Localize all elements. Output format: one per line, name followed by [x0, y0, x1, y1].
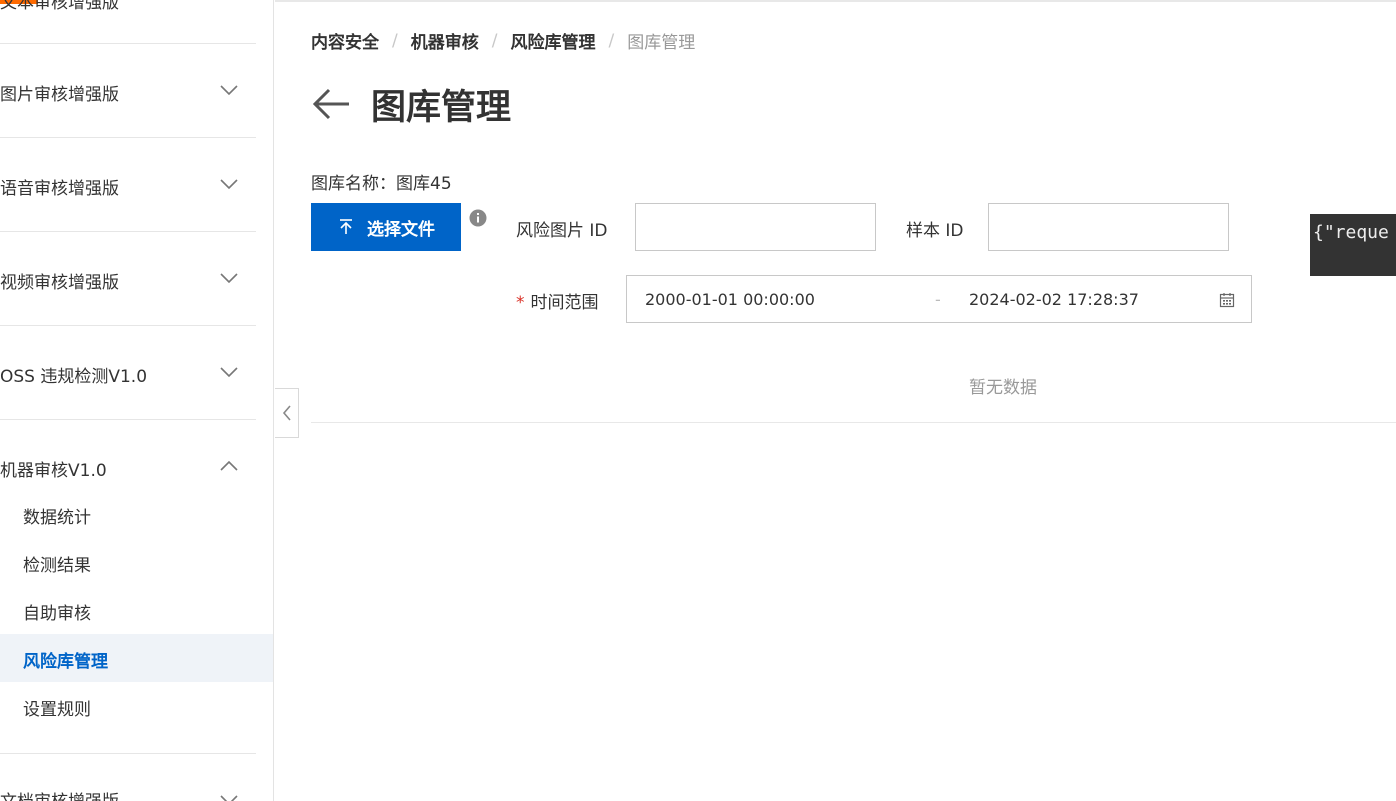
sidebar-collapse-button[interactable] — [275, 388, 299, 438]
library-name: 图库名称：图库45 — [311, 169, 452, 194]
empty-state-text: 暂无数据 — [969, 378, 1037, 398]
time-range-start[interactable]: 2000-01-01 00:00:00 — [645, 290, 815, 309]
info-icon[interactable] — [469, 209, 487, 227]
sidebar-item-label: 风险库管理 — [23, 652, 108, 672]
table-bottom-border — [311, 422, 1396, 423]
time-range-picker[interactable]: 2000-01-01 00:00:00 - 2024-02-02 17:28:3… — [626, 275, 1252, 323]
chevron-down-icon — [220, 85, 238, 96]
chevron-down-icon — [220, 273, 238, 284]
breadcrumb-item-machine-review[interactable]: 机器审核 — [411, 28, 479, 53]
sidebar-group-top-cut[interactable]: 文本审核增强版 — [0, 0, 256, 44]
sample-id-label: 样本 ID — [906, 221, 964, 241]
json-tooltip: {"reque — [1310, 214, 1396, 276]
sidebar: 文本审核增强版 图片审核增强版 语音审核增强版 视频审核增强版 OSS 违规检测… — [0, 0, 274, 801]
sidebar-item-data-statistics[interactable]: 数据统计 — [0, 490, 273, 538]
sidebar-group-image-review[interactable]: 图片审核增强版 — [0, 44, 256, 138]
breadcrumb-item-current: 图库管理 — [627, 33, 696, 53]
breadcrumb-item-risk-library[interactable]: 风险库管理 — [510, 28, 595, 53]
sidebar-group-document-review[interactable]: 文档审核增强版 — [0, 787, 119, 801]
risk-image-id-input[interactable] — [635, 203, 876, 251]
select-file-button[interactable]: 选择文件 — [311, 203, 461, 251]
chevron-down-icon — [220, 367, 238, 378]
time-range-separator: - — [935, 290, 941, 309]
chevron-down-icon — [220, 795, 238, 801]
page-header: 图库管理 — [311, 80, 511, 128]
sidebar-item-label: 检测结果 — [23, 556, 91, 576]
sidebar-item-label: 数据统计 — [23, 508, 91, 528]
breadcrumb: 内容安全 / 机器审核 / 风险库管理 / 图库管理 — [311, 28, 696, 54]
library-name-value: 图库45 — [396, 174, 452, 194]
calendar-icon — [1219, 293, 1235, 308]
sample-id-input[interactable] — [988, 203, 1229, 251]
time-range-end[interactable]: 2024-02-02 17:28:37 — [969, 290, 1139, 309]
page-title: 图库管理 — [371, 87, 512, 128]
sidebar-group-video-review[interactable]: 视频审核增强版 — [0, 232, 256, 326]
chevron-down-icon — [220, 179, 238, 190]
upload-icon — [340, 219, 352, 234]
sidebar-group-label: OSS 违规检测V1.0 — [0, 367, 148, 387]
sidebar-item-risk-library[interactable]: 风险库管理 — [0, 634, 273, 682]
sidebar-group-label: 机器审核V1.0 — [0, 461, 107, 481]
chevron-up-icon — [220, 460, 238, 471]
select-file-label: 选择文件 — [367, 219, 435, 240]
breadcrumb-item-content-security[interactable]: 内容安全 — [311, 28, 379, 53]
sidebar-group-label: 文本审核增强版 — [0, 0, 119, 13]
top-divider — [275, 0, 1396, 2]
sidebar-item-self-review[interactable]: 自助审核 — [0, 586, 273, 634]
sidebar-group-label: 图片审核增强版 — [0, 85, 119, 105]
arrow-left-icon — [312, 88, 349, 120]
sidebar-group-label: 语音审核增强版 — [0, 179, 119, 199]
sidebar-group-oss-detection[interactable]: OSS 违规检测V1.0 — [0, 326, 256, 420]
sidebar-item-rule-settings[interactable]: 设置规则 — [0, 682, 273, 730]
back-button[interactable] — [311, 84, 355, 124]
risk-image-id-label: 风险图片 ID — [516, 221, 608, 241]
sidebar-item-detection-results[interactable]: 检测结果 — [0, 538, 273, 586]
sidebar-item-label: 设置规则 — [23, 700, 91, 720]
required-marker: * — [516, 293, 525, 313]
sidebar-group-audio-review[interactable]: 语音审核增强版 — [0, 138, 256, 232]
chevron-left-icon — [282, 405, 291, 421]
sidebar-group-label: 视频审核增强版 — [0, 273, 119, 293]
sidebar-divider — [0, 753, 256, 754]
sidebar-item-label: 自助审核 — [23, 604, 91, 624]
time-range-label: * 时间范围 — [516, 293, 599, 313]
library-name-label: 图库名称： — [311, 174, 396, 194]
